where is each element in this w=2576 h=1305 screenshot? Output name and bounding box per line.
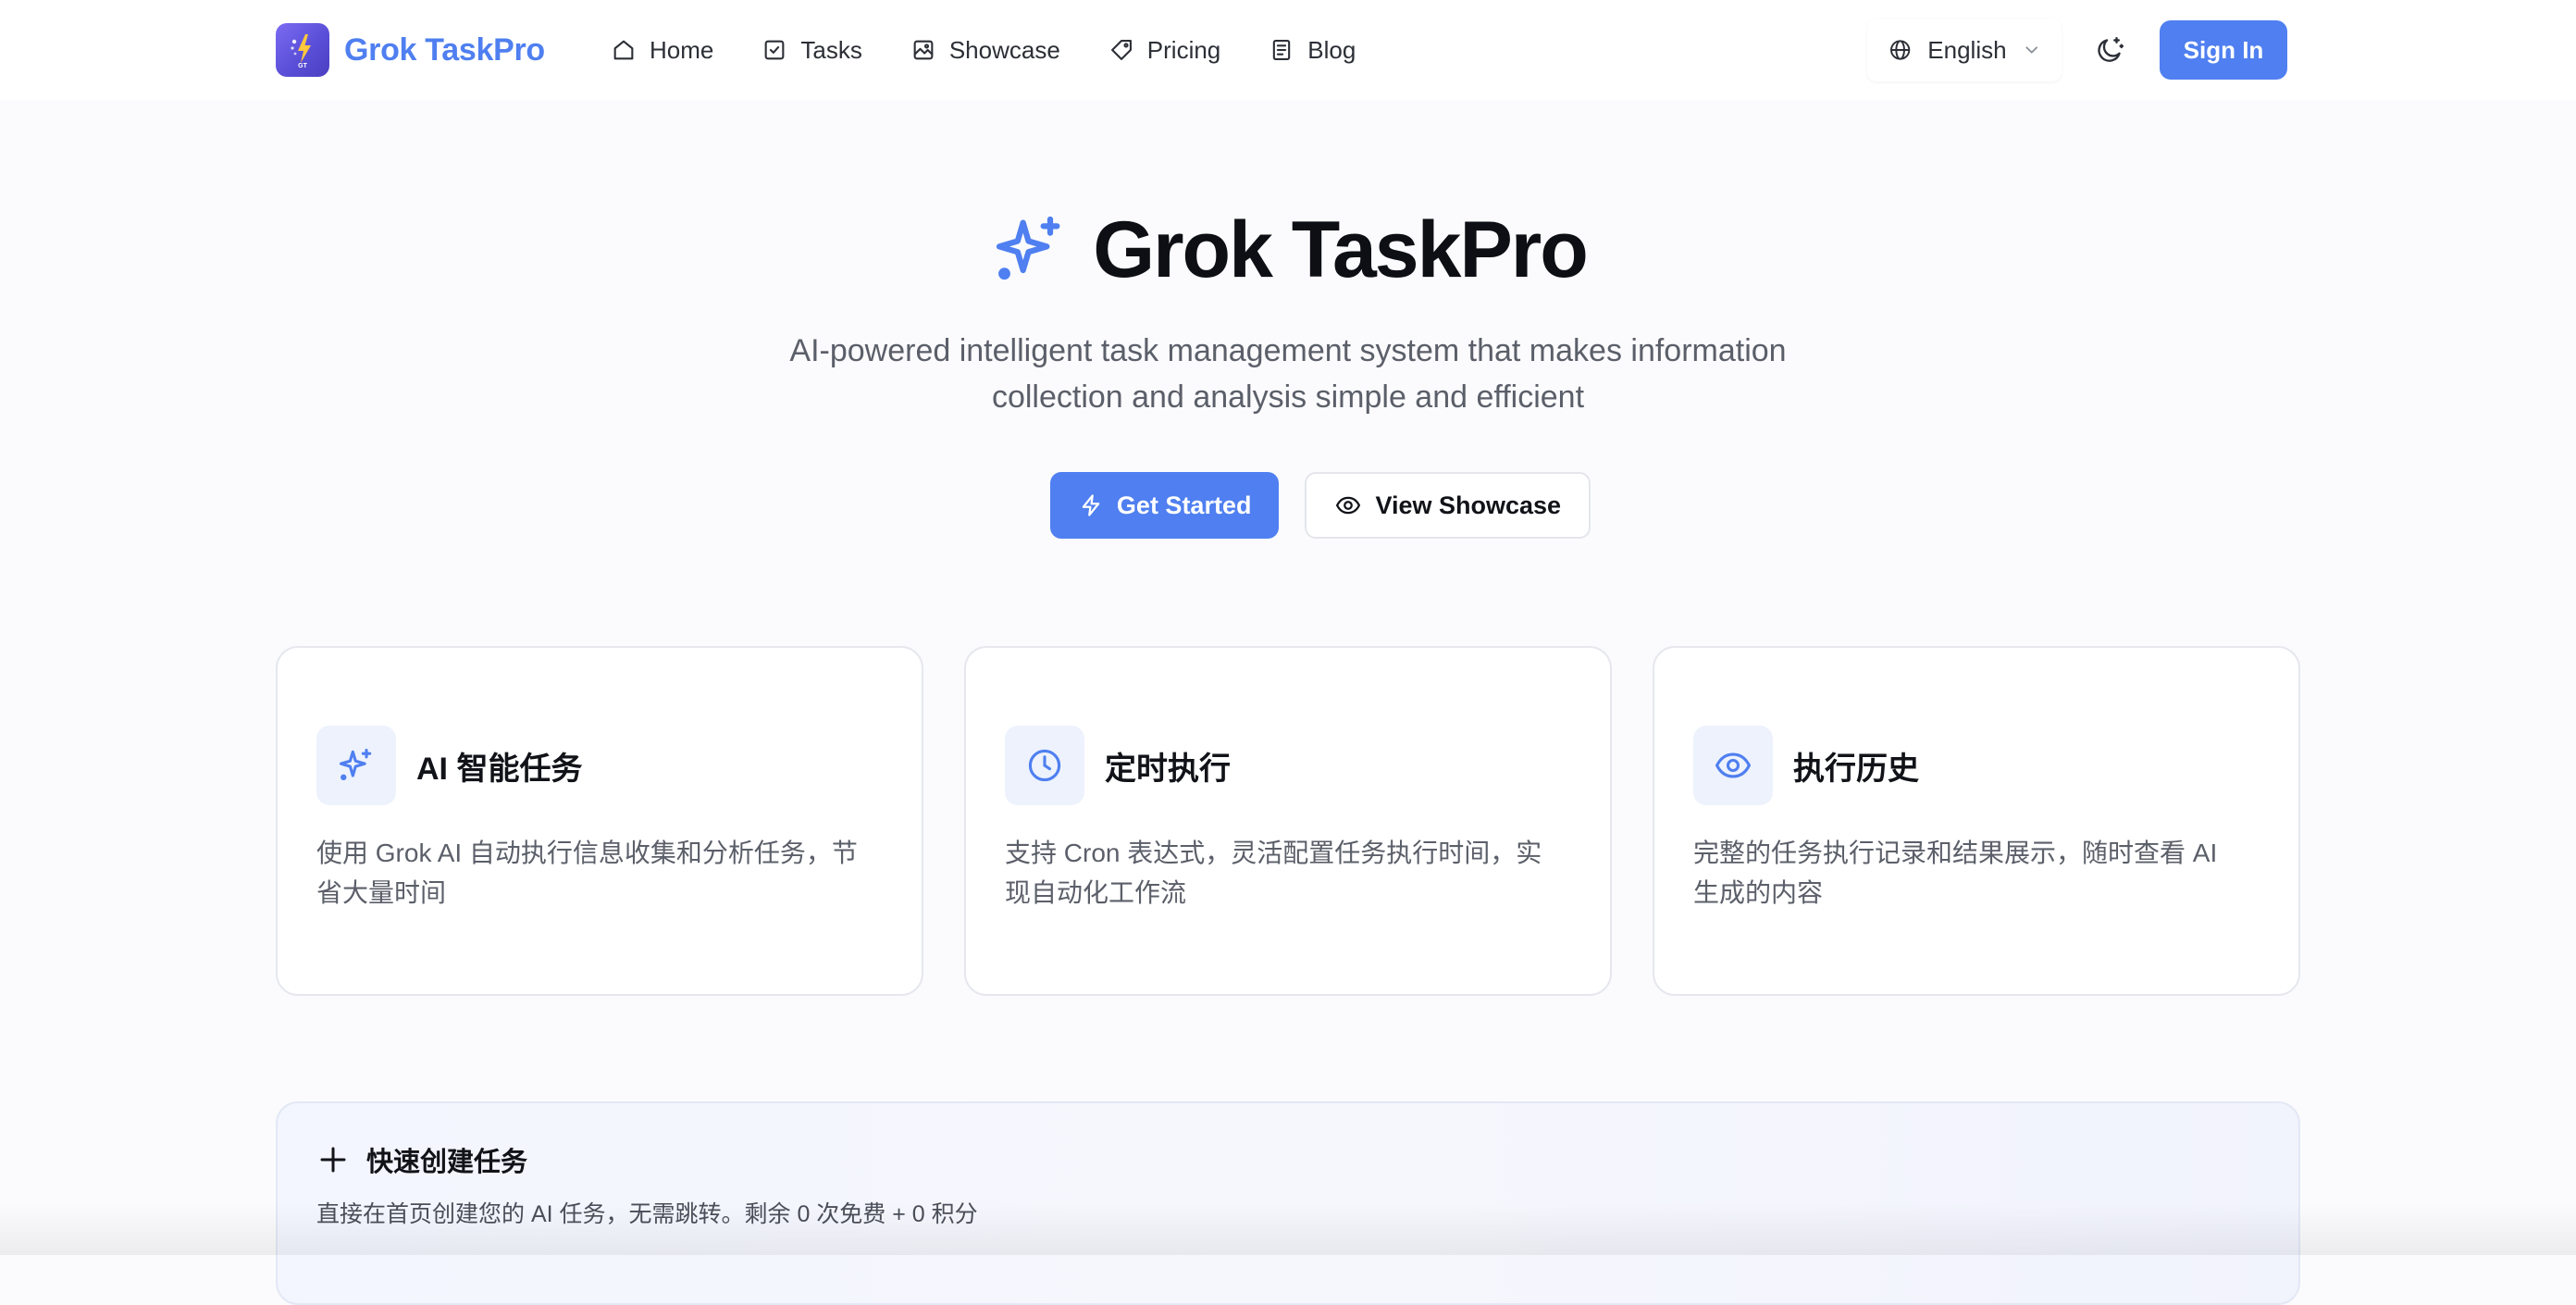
checkbox-icon [764,40,785,60]
feature-description-line: 省大量时间 [316,878,447,907]
feature-icon-box [1005,726,1084,805]
moon-icon [2098,37,2124,62]
feature-card-history: 执行历史 完整的任务执行记录和结果展示，随时查看 AI 生成的内容 [1653,646,2300,996]
hero-subtitle-line: AI-powered intelligent task management s… [789,333,1787,368]
feature-card-scheduling: 定时执行 支持 Cron 表达式，灵活配置任务执行时间，实 现自动化工作流 [964,646,1612,996]
view-showcase-label: View Showcase [1375,491,1562,519]
hero-title: Grok TaskPro [1093,205,1589,294]
lightning-icon [1082,494,1100,516]
nav-item-home[interactable]: Home [611,36,713,65]
feature-card-ai-tasks: AI 智能任务 使用 Grok AI 自动执行信息收集和分析任务，节 省大量时间 [276,646,923,996]
brand-name: Grok TaskPro [344,31,545,68]
quick-create-description: 直接在首页创建您的 AI 任务，无需跳转。剩余 0 次免费 + 0 积分 [316,1201,978,1227]
view-showcase-button[interactable]: View Showcase [1305,472,1591,539]
brand-logo: GT [276,23,329,77]
chevron-down-icon [2025,46,2037,54]
nav-item-tasks[interactable]: Tasks [762,35,862,65]
quick-create-panel: 快速创建任务 直接在首页创建您的 AI 任务，无需跳转。剩余 0 次免费 + 0… [276,1101,2300,1305]
brand-link[interactable]: GT Grok TaskPro [276,22,545,78]
sign-in-button[interactable]: Sign In [2160,20,2287,80]
home-icon [613,40,634,60]
feature-description-line: 生成的内容 [1693,878,1824,907]
hero-title-row: Grok TaskPro [0,194,2576,305]
nav-label: Tasks [800,35,862,64]
sparkles-icon [339,748,372,781]
nav-item-blog[interactable]: Blog [1269,36,1356,65]
cta-row: Get Started View Showcase [0,472,2576,541]
eye-icon [1336,496,1361,515]
clock-icon [1028,749,1061,782]
feature-description-line: 现自动化工作流 [1005,878,1187,907]
feature-description: 完整的任务执行记录和结果展示，随时查看 AI 生成的内容 [1693,833,2260,913]
globe-icon [1890,40,1911,60]
eye-icon [1715,752,1752,778]
nav-label: Blog [1307,35,1356,64]
hero-subtitle: AI-powered intelligent task management s… [722,328,1854,420]
quick-create-title: 快速创建任务 [366,1148,528,1177]
feature-title: 定时执行 [1105,751,1231,787]
language-select[interactable]: English [1867,19,2062,81]
feature-icon-box [1693,726,1773,805]
get-started-label: Get Started [1116,491,1252,519]
feature-title: 执行历史 [1793,751,1919,787]
top-header: GT Grok TaskPro Home Tasks Showcase Pric… [0,0,2576,100]
feature-description-line: 完整的任务执行记录和结果展示，随时查看 AI [1693,839,2218,867]
get-started-button[interactable]: Get Started [1049,472,1280,539]
plus-icon [320,1147,346,1173]
feature-title: AI 智能任务 [416,751,583,787]
feature-description: 支持 Cron 表达式，灵活配置任务执行时间，实 现自动化工作流 [1005,833,1571,913]
feature-icon-box [316,726,396,805]
language-label: English [1927,35,2007,64]
feature-description-line: 使用 Grok AI 自动执行信息收集和分析任务，节 [316,839,858,867]
lightning-icon: GT [291,34,311,68]
nav-label: Home [650,35,714,64]
hero-subtitle-line: collection and analysis simple and effic… [991,379,1585,415]
gallery-icon [913,40,934,60]
nav-item-showcase[interactable]: Showcase [910,36,1060,65]
document-icon [1273,40,1291,60]
feature-cards: AI 智能任务 使用 Grok AI 自动执行信息收集和分析任务，节 省大量时间… [276,646,2300,996]
nav-label: Pricing [1146,35,1221,64]
nav-item-pricing[interactable]: Pricing [1108,36,1220,65]
feature-description-line: 支持 Cron 表达式，灵活配置任务执行时间，实 [1005,839,1542,867]
tag-icon [1110,40,1132,60]
main-nav: Home Tasks Showcase Pricing Blog [611,28,1356,72]
theme-toggle-button[interactable] [2082,22,2137,78]
sparkles-icon [997,216,1060,280]
nav-label: Showcase [948,35,1060,64]
feature-description: 使用 Grok AI 自动执行信息收集和分析任务，节 省大量时间 [316,833,883,913]
logo-text: GT [298,63,307,68]
